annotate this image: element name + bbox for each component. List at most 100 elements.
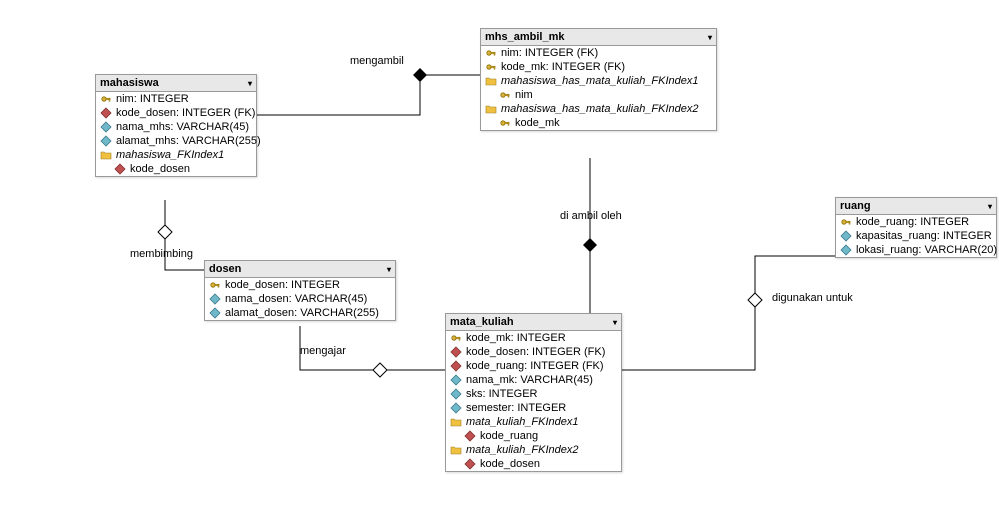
field-text: nim: INTEGER (FK)	[501, 47, 598, 59]
fk-diamond-icon	[464, 430, 476, 442]
field-row: kode_ruang: INTEGER (FK)	[446, 359, 621, 373]
field-row: kode_dosen: INTEGER (FK)	[96, 106, 256, 120]
index-sub-text: kode_dosen	[130, 163, 190, 175]
index-name: mahasiswa_FKIndex1	[116, 149, 224, 161]
key-icon	[100, 93, 112, 105]
key-icon	[499, 89, 511, 101]
index-sub-row: nim	[481, 88, 716, 102]
column-diamond-icon	[450, 402, 462, 414]
index-row: mata_kuliah_FKIndex1	[446, 415, 621, 429]
index-row: mahasiswa_has_mata_kuliah_FKIndex2	[481, 102, 716, 116]
collapse-icon[interactable]: ▾	[708, 33, 712, 42]
index-name: mahasiswa_has_mata_kuliah_FKIndex2	[501, 103, 699, 115]
folder-icon	[450, 416, 462, 428]
entity-title: mahasiswa	[100, 77, 159, 89]
fk-diamond-icon	[114, 163, 126, 175]
entity-title: dosen	[209, 263, 241, 275]
field-text: alamat_mhs: VARCHAR(255)	[116, 135, 261, 147]
entity-dosen[interactable]: dosen ▾ kode_dosen: INTEGER nama_dosen: V…	[204, 260, 396, 321]
field-text: kode_ruang: INTEGER	[856, 216, 969, 228]
field-row: kode_dosen: INTEGER (FK)	[446, 345, 621, 359]
field-text: nama_mk: VARCHAR(45)	[466, 374, 593, 386]
column-diamond-icon	[840, 244, 852, 256]
field-row: nama_dosen: VARCHAR(45)	[205, 292, 395, 306]
entity-header[interactable]: mhs_ambil_mk ▾	[481, 29, 716, 46]
entity-title: mhs_ambil_mk	[485, 31, 564, 43]
field-text: kode_dosen: INTEGER	[225, 279, 340, 291]
fk-diamond-icon	[464, 458, 476, 470]
field-row: nim: INTEGER (FK)	[481, 46, 716, 60]
field-row: nama_mhs: VARCHAR(45)	[96, 120, 256, 134]
entity-header[interactable]: ruang ▾	[836, 198, 996, 215]
field-row: lokasi_ruang: VARCHAR(20)	[836, 243, 996, 257]
field-row: kode_mk: INTEGER (FK)	[481, 60, 716, 74]
index-sub-text: kode_mk	[515, 117, 560, 129]
column-diamond-icon	[209, 293, 221, 305]
field-row: nim: INTEGER	[96, 92, 256, 106]
field-text: alamat_dosen: VARCHAR(255)	[225, 307, 379, 319]
column-diamond-icon	[450, 374, 462, 386]
index-sub-row: kode_ruang	[446, 429, 621, 443]
entity-title: mata_kuliah	[450, 316, 514, 328]
label-diambil: di ambil oleh	[560, 210, 622, 222]
index-name: mata_kuliah_FKIndex2	[466, 444, 579, 456]
entity-body: kode_mk: INTEGER kode_dosen: INTEGER (FK)…	[446, 331, 621, 471]
index-row: mahasiswa_has_mata_kuliah_FKIndex1	[481, 74, 716, 88]
label-digunakan: digunakan untuk	[772, 292, 853, 304]
index-name: mata_kuliah_FKIndex1	[466, 416, 579, 428]
field-text: nama_dosen: VARCHAR(45)	[225, 293, 367, 305]
field-row: alamat_dosen: VARCHAR(255)	[205, 306, 395, 320]
column-diamond-icon	[840, 230, 852, 242]
field-text: semester: INTEGER	[466, 402, 566, 414]
field-row: alamat_mhs: VARCHAR(255)	[96, 134, 256, 148]
field-row: semester: INTEGER	[446, 401, 621, 415]
entity-body: kode_ruang: INTEGER kapasitas_ruang: INTE…	[836, 215, 996, 257]
key-icon	[485, 47, 497, 59]
entity-body: kode_dosen: INTEGER nama_dosen: VARCHAR(4…	[205, 278, 395, 320]
label-mengajar: mengajar	[300, 345, 346, 357]
entity-header[interactable]: mahasiswa ▾	[96, 75, 256, 92]
field-text: kapasitas_ruang: INTEGER	[856, 230, 992, 242]
field-text: kode_mk: INTEGER (FK)	[501, 61, 625, 73]
field-text: kode_dosen: INTEGER (FK)	[466, 346, 605, 358]
entity-mata-kuliah[interactable]: mata_kuliah ▾ kode_mk: INTEGER kode_dosen…	[445, 313, 622, 472]
column-diamond-icon	[209, 307, 221, 319]
field-text: kode_dosen: INTEGER (FK)	[116, 107, 255, 119]
collapse-icon[interactable]: ▾	[248, 79, 252, 88]
entity-header[interactable]: dosen ▾	[205, 261, 395, 278]
collapse-icon[interactable]: ▾	[613, 318, 617, 327]
entity-body: nim: INTEGER kode_dosen: INTEGER (FK) nama…	[96, 92, 256, 176]
entity-body: nim: INTEGER (FK) kode_mk: INTEGER (FK) ma…	[481, 46, 716, 130]
column-diamond-icon	[450, 388, 462, 400]
label-mengambil: mengambil	[350, 55, 404, 67]
column-diamond-icon	[100, 135, 112, 147]
field-row: kode_ruang: INTEGER	[836, 215, 996, 229]
entity-mhs-ambil-mk[interactable]: mhs_ambil_mk ▾ nim: INTEGER (FK) kode_mk:…	[480, 28, 717, 131]
field-row: nama_mk: VARCHAR(45)	[446, 373, 621, 387]
index-sub-row: kode_dosen	[96, 162, 256, 176]
key-icon	[209, 279, 221, 291]
entity-ruang[interactable]: ruang ▾ kode_ruang: INTEGER kapasitas_rua…	[835, 197, 997, 258]
index-row: mata_kuliah_FKIndex2	[446, 443, 621, 457]
fk-diamond-icon	[100, 107, 112, 119]
index-sub-row: kode_dosen	[446, 457, 621, 471]
field-row: kode_dosen: INTEGER	[205, 278, 395, 292]
label-membimbing: membimbing	[130, 248, 193, 260]
index-sub-text: kode_dosen	[480, 458, 540, 470]
key-icon	[499, 117, 511, 129]
collapse-icon[interactable]: ▾	[988, 202, 992, 211]
column-diamond-icon	[100, 121, 112, 133]
key-icon	[450, 332, 462, 344]
field-text: nama_mhs: VARCHAR(45)	[116, 121, 249, 133]
key-icon	[485, 61, 497, 73]
field-text: nim: INTEGER	[116, 93, 189, 105]
field-text: kode_mk: INTEGER	[466, 332, 566, 344]
collapse-icon[interactable]: ▾	[387, 265, 391, 274]
folder-icon	[450, 444, 462, 456]
entity-mahasiswa[interactable]: mahasiswa ▾ nim: INTEGER kode_dosen: INTE…	[95, 74, 257, 177]
entity-header[interactable]: mata_kuliah ▾	[446, 314, 621, 331]
fk-diamond-icon	[450, 346, 462, 358]
folder-icon	[485, 75, 497, 87]
index-name: mahasiswa_has_mata_kuliah_FKIndex1	[501, 75, 699, 87]
index-sub-text: nim	[515, 89, 533, 101]
